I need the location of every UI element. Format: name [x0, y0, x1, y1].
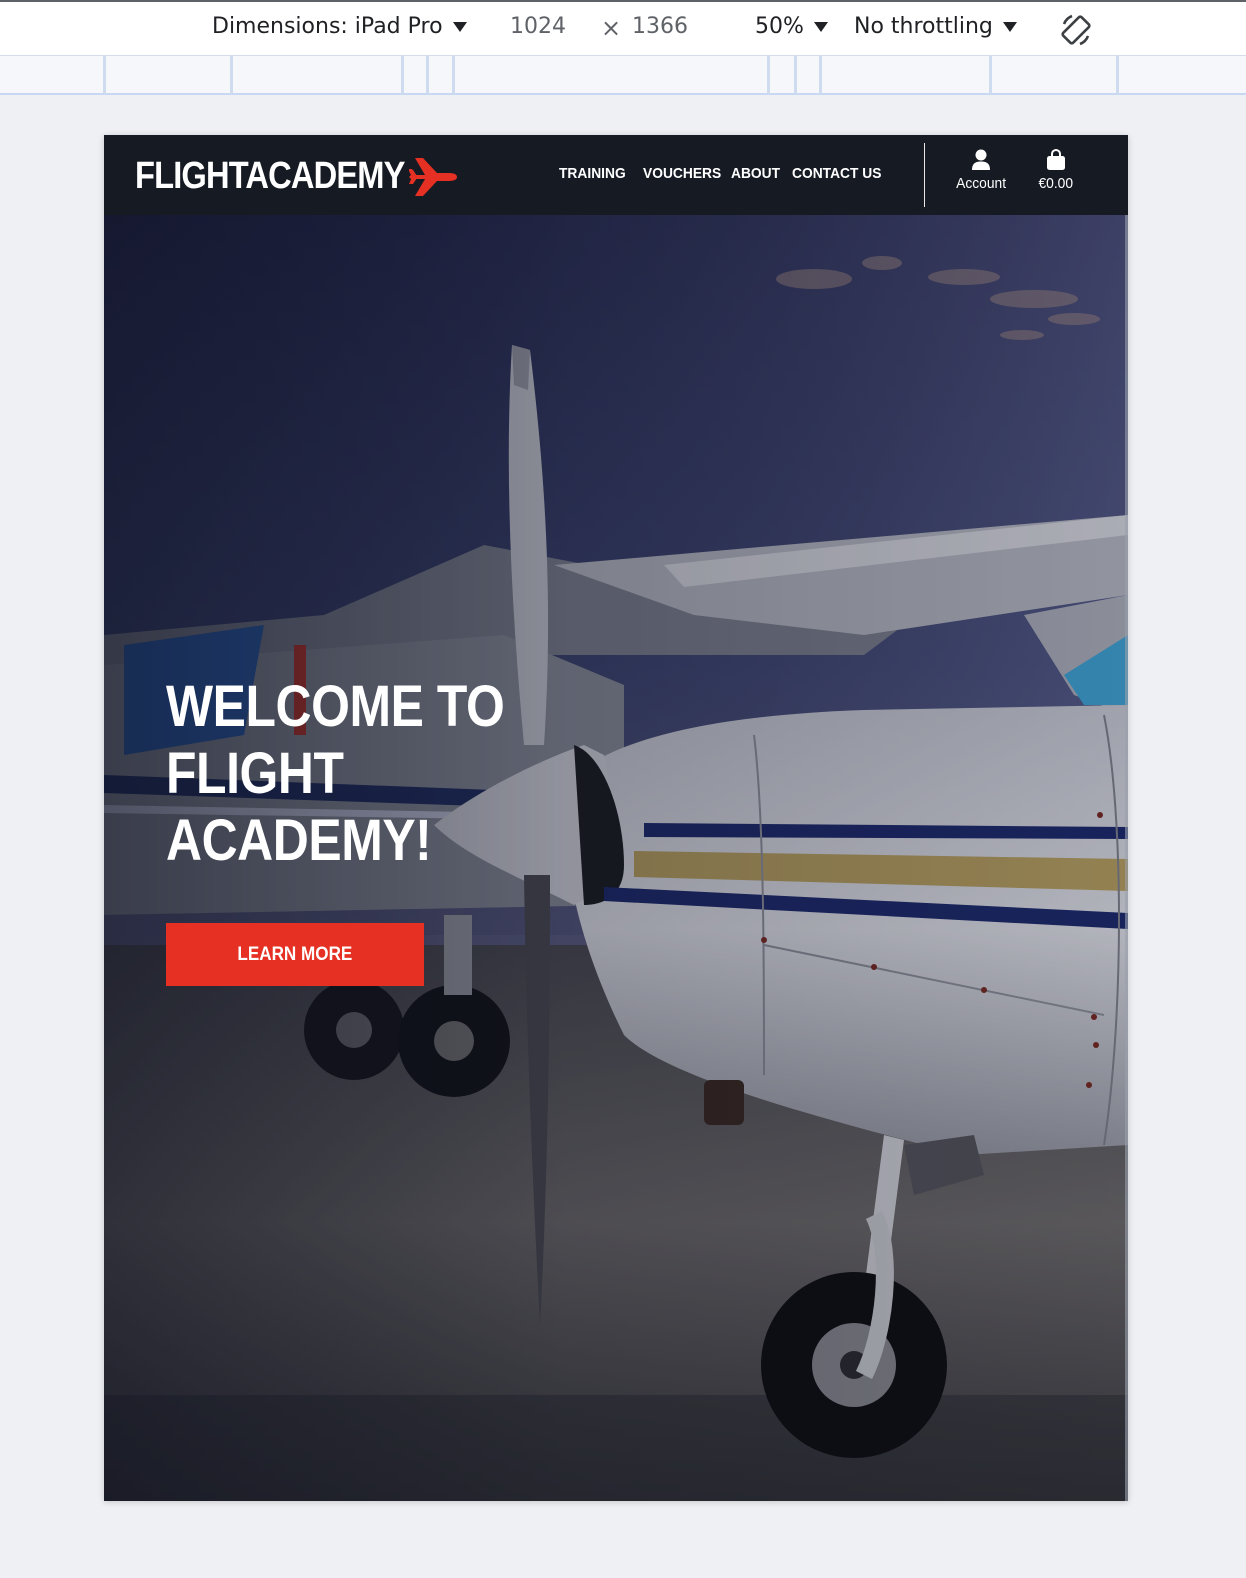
- times-icon: ×: [601, 14, 621, 42]
- throttling-value: No throttling: [854, 14, 993, 39]
- viewport-edge: [1125, 135, 1128, 1501]
- airplane-icon: [409, 157, 457, 196]
- times-glyph: ×: [601, 14, 622, 42]
- user-icon: [972, 149, 990, 170]
- width-value: 1024: [510, 14, 566, 39]
- site-header: FLIGHTACADEMY TRAINING VOUCHERS ABOUT CO…: [104, 135, 1128, 215]
- dimensions-label: Dimensions: iPad Pro: [212, 14, 443, 39]
- chevron-down-icon: [1002, 21, 1017, 32]
- main-nav: TRAINING VOUCHERS ABOUT CONTACT US: [559, 165, 898, 182]
- device-viewport: FLIGHTACADEMY TRAINING VOUCHERS ABOUT CO…: [104, 135, 1128, 1501]
- throttling-dropdown[interactable]: No throttling: [854, 14, 1017, 39]
- account-button[interactable]: Account: [951, 149, 1011, 192]
- zoom-dropdown[interactable]: 50%: [755, 14, 828, 39]
- logo[interactable]: FLIGHTACADEMY: [135, 155, 457, 198]
- cart-total: €0.00: [1038, 175, 1074, 192]
- account-label: Account: [956, 175, 1006, 192]
- header-divider: [924, 143, 925, 207]
- hero-title: WELCOME TO FLIGHT ACADEMY!: [166, 674, 505, 873]
- media-query-bar[interactable]: [0, 55, 1246, 95]
- nav-training[interactable]: TRAINING: [559, 165, 626, 182]
- nav-contact-us[interactable]: CONTACT US: [792, 165, 881, 182]
- device-toolbar: Dimensions: iPad Pro 1024 × 1366 50% No …: [0, 0, 1246, 55]
- rotate-icon[interactable]: [1058, 12, 1094, 48]
- logo-text: FLIGHTACADEMY: [135, 155, 405, 197]
- nav-about[interactable]: ABOUT: [731, 165, 780, 182]
- chevron-down-icon: [452, 21, 467, 32]
- hero-section: WELCOME TO FLIGHT ACADEMY! LEARN MORE: [104, 215, 1128, 1501]
- cart-button[interactable]: €0.00: [1028, 149, 1084, 192]
- height-input[interactable]: 1366: [632, 14, 688, 39]
- width-input[interactable]: 1024: [510, 14, 566, 39]
- learn-more-button[interactable]: LEARN MORE: [166, 923, 424, 986]
- chevron-down-icon: [813, 21, 828, 32]
- height-value: 1366: [632, 14, 688, 39]
- dimensions-dropdown[interactable]: Dimensions: iPad Pro: [212, 14, 467, 39]
- shopping-bag-icon: [1047, 149, 1065, 170]
- zoom-value: 50%: [755, 14, 804, 39]
- nav-vouchers[interactable]: VOUCHERS: [643, 165, 721, 182]
- learn-more-label: LEARN MORE: [237, 943, 353, 965]
